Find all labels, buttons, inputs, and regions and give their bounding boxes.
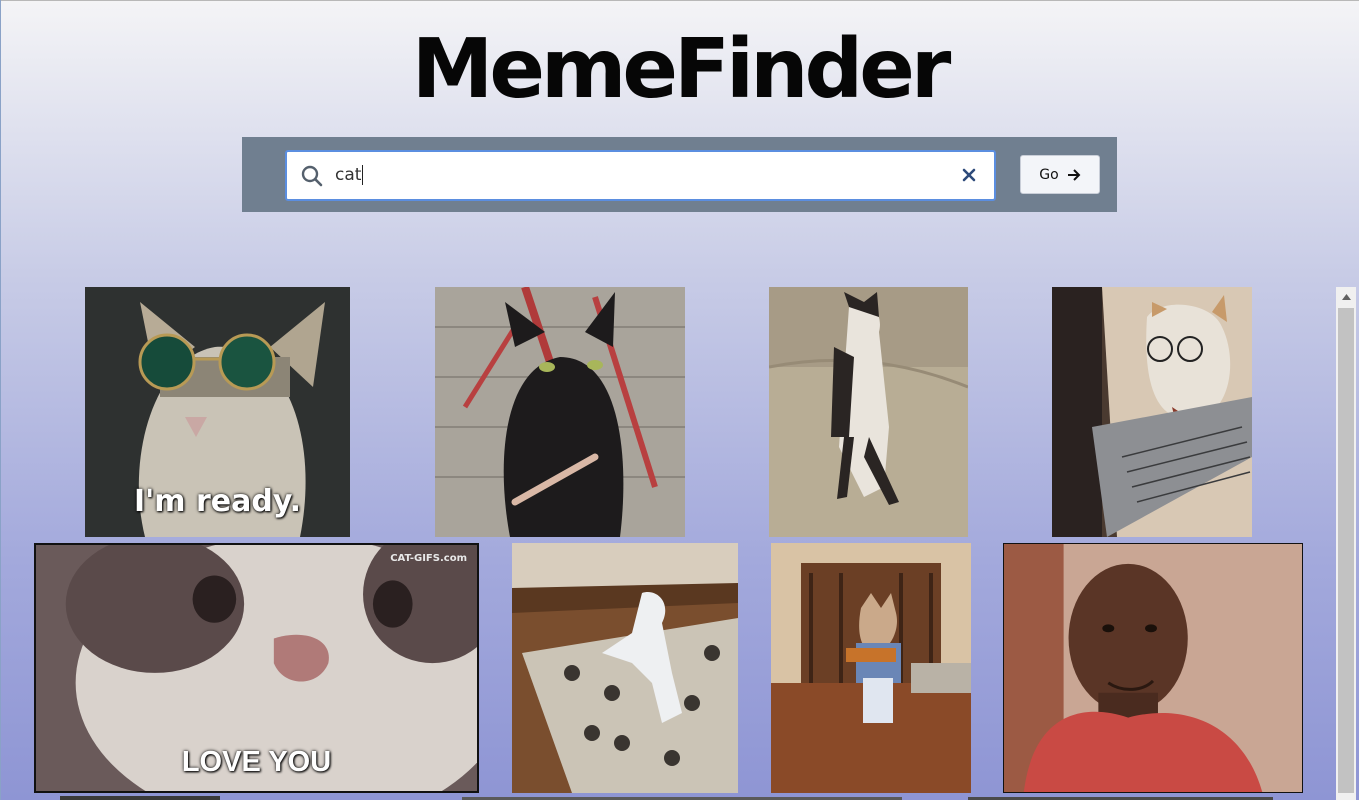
window-border-left [0, 0, 1, 800]
clear-icon[interactable] [962, 168, 976, 182]
meme-image [512, 543, 738, 793]
go-button[interactable]: Go [1020, 155, 1100, 194]
meme-tile[interactable]: CAT-GIFS.com LOVE YOU [34, 543, 479, 793]
app-title: MemeFinder [411, 22, 952, 117]
window-border-top [0, 0, 1359, 1]
scrollbar-thumb[interactable] [1338, 308, 1354, 793]
meme-image [1052, 287, 1252, 537]
meme-tile[interactable] [435, 287, 685, 537]
meme-caption: LOVE YOU [181, 746, 332, 778]
meme-image [771, 543, 971, 793]
scroll-up-arrow-icon[interactable] [1336, 287, 1356, 307]
search-icon [301, 165, 323, 187]
meme-tile[interactable] [771, 543, 971, 793]
meme-watermark: CAT-GIFS.com [390, 553, 467, 564]
arrow-right-icon [1067, 168, 1081, 181]
meme-tile[interactable] [1003, 543, 1303, 793]
text-caret [362, 165, 364, 185]
scrollbar[interactable] [1336, 287, 1356, 800]
meme-caption: I'm ready. [133, 484, 302, 519]
search-query[interactable]: cat [335, 152, 364, 199]
meme-tile[interactable] [769, 287, 968, 537]
meme-tile-partial [60, 796, 220, 800]
meme-image [769, 287, 968, 537]
meme-tile[interactable]: I'm ready. [85, 287, 350, 537]
meme-tile[interactable] [512, 543, 738, 793]
search-input[interactable]: cat [285, 150, 996, 201]
search-bar: cat Go [242, 137, 1117, 212]
meme-tile[interactable] [1052, 287, 1252, 537]
meme-image [1004, 544, 1302, 792]
meme-image [435, 287, 685, 537]
go-button-label: Go [1039, 166, 1059, 183]
